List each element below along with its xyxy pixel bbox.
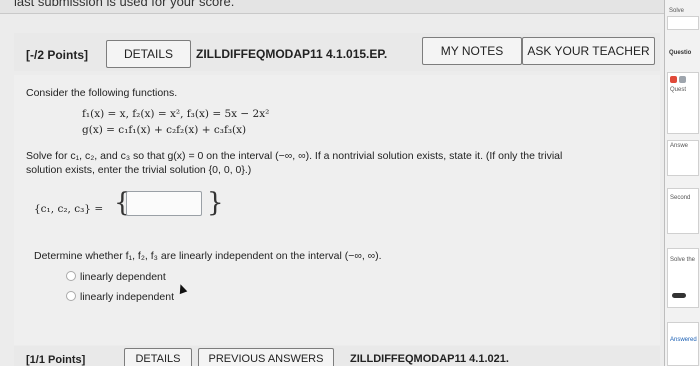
score-notice: last submission is used for your score. bbox=[14, 0, 235, 9]
sidebar-answer-card[interactable]: Answe bbox=[667, 140, 699, 176]
sidebar-answered: Answered bbox=[670, 337, 697, 343]
option-linearly-dependent[interactable]: linearly dependent bbox=[66, 271, 166, 283]
grey-app-icon bbox=[679, 76, 686, 83]
sidebar-question-card[interactable]: Quest bbox=[667, 72, 699, 134]
question-id: ZILLDIFFEQMODAP11 4.1.015.EP. bbox=[196, 47, 388, 61]
question-header: [-/2 Points] DETAILS ZILLDIFFEQMODAP11 4… bbox=[14, 33, 660, 71]
sidebar-quest: Quest bbox=[670, 87, 687, 93]
question-id: ZILLDIFFEQMODAP11 4.1.021. bbox=[350, 353, 509, 365]
play-icon[interactable] bbox=[672, 293, 686, 298]
close-brace: } bbox=[207, 188, 224, 218]
radio-button[interactable] bbox=[66, 291, 76, 301]
determine-text: Determine whether f₁, f₂, f₃ are linearl… bbox=[34, 250, 382, 262]
solve-instruction-2: solution exists, enter the trivial solut… bbox=[26, 164, 252, 176]
details-button[interactable]: DETAILS bbox=[106, 40, 191, 68]
sidebar-answered-card[interactable]: Answered bbox=[667, 322, 699, 366]
question-body: Consider the following functions. f₁(x) … bbox=[14, 75, 660, 345]
sidebar-second: Second bbox=[670, 195, 691, 201]
next-question-header: [1/1 Points] DETAILS PREVIOUS ANSWERS ZI… bbox=[14, 346, 660, 366]
solve-instruction-1: Solve for c₁, c₂, and c₃ so that g(x) = … bbox=[26, 150, 563, 162]
option-label: linearly independent bbox=[80, 291, 174, 303]
sidebar-solve: Solve bbox=[669, 8, 685, 14]
sidebar-result-card[interactable]: Second bbox=[667, 188, 699, 234]
functions-line-1: f₁(x) = x, f₂(x) = x², f₃(x) = 5x − 2x² bbox=[82, 108, 270, 120]
intro-text: Consider the following functions. bbox=[26, 87, 178, 99]
option-label: linearly dependent bbox=[80, 271, 166, 283]
radio-button[interactable] bbox=[66, 271, 76, 281]
right-sidebar: Solve Questio Quest Answe Second Solve t… bbox=[664, 0, 700, 366]
previous-answers-button[interactable]: PREVIOUS ANSWERS bbox=[198, 348, 334, 366]
sidebar-answer: Answe bbox=[670, 143, 689, 149]
set-label: {c₁, c₂, c₃} = bbox=[34, 203, 104, 215]
option-linearly-independent[interactable]: linearly independent bbox=[66, 291, 174, 303]
ask-teacher-button[interactable]: ASK YOUR TEACHER bbox=[522, 37, 655, 65]
sidebar-question-label: Questio bbox=[669, 50, 692, 56]
main-panel: last submission is used for your score. … bbox=[0, 0, 664, 366]
functions-line-2: g(x) = c₁f₁(x) + c₂f₂(x) + c₃f₃(x) bbox=[82, 124, 247, 136]
red-app-icon bbox=[670, 76, 677, 83]
sidebar-card[interactable] bbox=[667, 16, 699, 30]
sidebar-solve-the: Solve the bbox=[670, 257, 696, 263]
points-label: [-/2 Points] bbox=[26, 48, 88, 62]
my-notes-button[interactable]: MY NOTES bbox=[422, 37, 522, 65]
details-button[interactable]: DETAILS bbox=[124, 348, 192, 366]
top-notice-bar: last submission is used for your score. bbox=[0, 0, 664, 14]
points-label: [1/1 Points] bbox=[26, 354, 86, 366]
sidebar-result-card-2[interactable]: Solve the bbox=[667, 248, 699, 308]
answer-input[interactable] bbox=[126, 191, 202, 216]
